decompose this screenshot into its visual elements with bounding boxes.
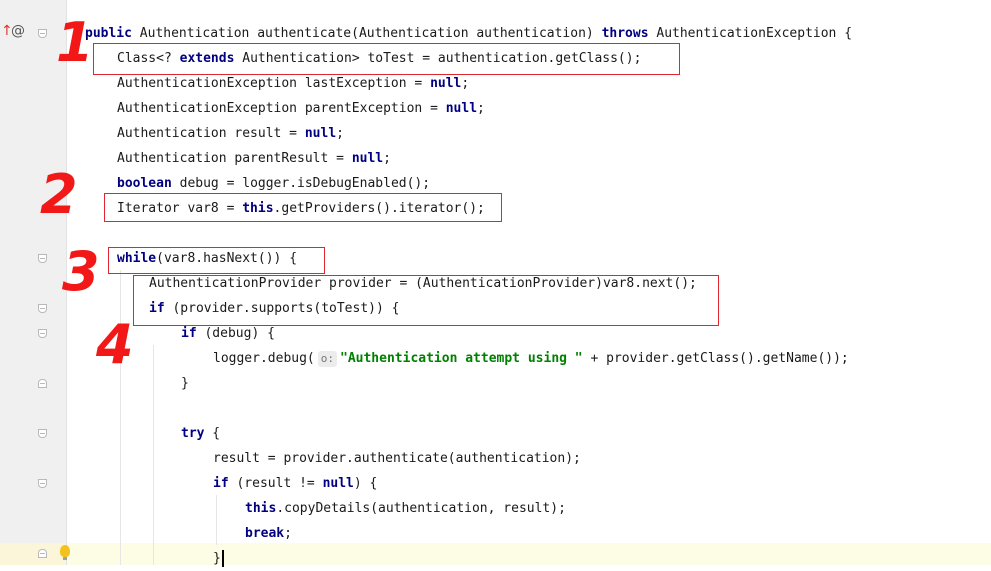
- code-token: null: [445, 101, 478, 116]
- code-token: null: [322, 476, 354, 491]
- code-token: logger.debug(: [213, 351, 315, 366]
- code-token: AuthenticationException {: [648, 26, 853, 41]
- fold-toggle-icon[interactable]: [38, 429, 47, 438]
- code-token: ;: [477, 101, 485, 116]
- fold-toggle-icon[interactable]: [38, 479, 47, 488]
- lightbulb-icon[interactable]: [60, 545, 70, 560]
- highlight-box-4: [133, 275, 719, 326]
- current-line-highlight: [67, 543, 991, 565]
- code-token: ;: [336, 126, 344, 141]
- fold-toggle-icon[interactable]: [38, 254, 47, 263]
- code-token: throws: [601, 26, 649, 41]
- annotation-at-icon: @: [11, 23, 25, 39]
- code-token: (result !=: [228, 476, 323, 491]
- code-token: .copyDetails(authentication, result);: [276, 501, 566, 516]
- annotation-number-1: 1: [56, 11, 94, 74]
- code-line[interactable]: }: [213, 546, 224, 571]
- fold-toggle-icon[interactable]: [38, 304, 47, 313]
- code-token: if: [213, 476, 229, 491]
- code-line[interactable]: AuthenticationException parentException …: [117, 96, 485, 121]
- annotation-number-2: 2: [40, 163, 78, 226]
- code-token: + provider.getClass().getName());: [582, 351, 849, 366]
- code-token: ;: [461, 76, 470, 91]
- code-token: if: [181, 326, 197, 341]
- code-token: try: [181, 426, 205, 441]
- code-token: ;: [284, 526, 292, 541]
- code-token: Authentication parentResult =: [117, 151, 352, 166]
- fold-toggle-icon[interactable]: [38, 379, 47, 388]
- code-token: Authentication authenticate(Authenticati…: [131, 26, 602, 41]
- code-token: result = provider.authenticate(authentic…: [213, 451, 581, 466]
- annotation-number-4: 4: [96, 313, 134, 376]
- fold-toggle-icon[interactable]: [38, 549, 47, 558]
- code-line[interactable]: if (result != null) {: [213, 471, 377, 496]
- code-line[interactable]: result = provider.authenticate(authentic…: [213, 446, 581, 471]
- code-token: null: [304, 126, 337, 141]
- code-token: break: [245, 526, 285, 541]
- code-token: {: [204, 426, 221, 441]
- highlight-box-1: [93, 43, 680, 75]
- code-line[interactable]: logger.debug(o: "Authentication attempt u…: [213, 346, 849, 371]
- parameter-hint: o:: [317, 351, 337, 367]
- annotation-number-3: 3: [62, 240, 100, 303]
- code-line[interactable]: Authentication parentResult = null;: [117, 146, 391, 171]
- indent-guide: [153, 345, 154, 565]
- code-line[interactable]: try {: [181, 421, 220, 446]
- code-token: ) {: [353, 476, 378, 491]
- code-token: }: [213, 551, 221, 566]
- current-line-gutter: [0, 543, 66, 565]
- code-token: Authentication result =: [117, 126, 305, 141]
- code-line[interactable]: break;: [245, 521, 292, 546]
- indent-guide: [216, 495, 217, 545]
- code-line[interactable]: this.copyDetails(authentication, result)…: [245, 496, 566, 521]
- code-token: }: [181, 376, 189, 391]
- fold-toggle-icon[interactable]: [38, 29, 47, 38]
- code-token: (debug) {: [196, 326, 275, 341]
- highlight-box-2: [104, 193, 502, 222]
- code-token: null: [351, 151, 384, 166]
- highlight-box-3: [108, 247, 325, 274]
- text-caret: [221, 550, 224, 567]
- code-token: AuthenticationException lastException =: [117, 76, 431, 91]
- code-token: this: [245, 501, 277, 516]
- code-token: null: [430, 76, 462, 91]
- code-line[interactable]: Authentication result = null;: [117, 121, 344, 146]
- code-line[interactable]: }: [181, 371, 189, 396]
- fold-toggle-icon[interactable]: [38, 329, 47, 338]
- code-token: ;: [383, 151, 391, 166]
- code-token: "Authentication attempt using ": [340, 351, 583, 366]
- editor-gutter: ↑ @: [0, 0, 67, 565]
- code-token: boolean: [117, 176, 172, 191]
- code-token: AuthenticationException parentException …: [117, 101, 446, 116]
- code-token: debug = logger.isDebugEnabled();: [171, 176, 431, 191]
